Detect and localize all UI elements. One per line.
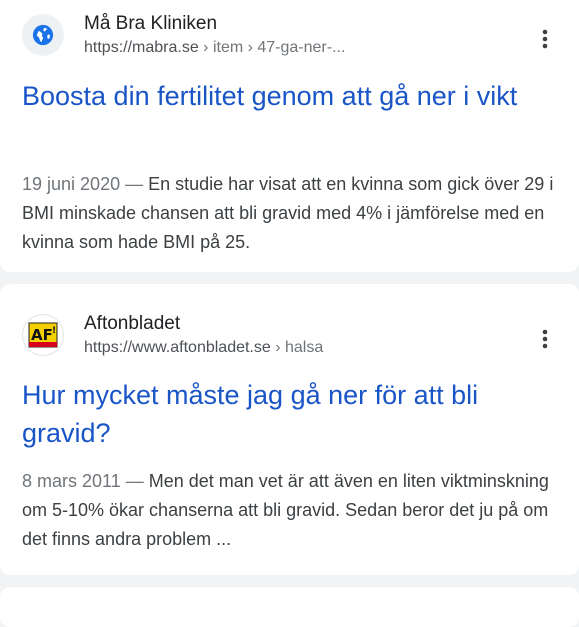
more-options-button[interactable]: [535, 326, 555, 352]
result-snippet: 19 juni 2020 — En studie har visat att e…: [22, 170, 562, 257]
site-url: https://mabra.se › item › 47-ga-ner-...: [84, 37, 504, 59]
result-title-link[interactable]: Boosta din fertilitet genom att gå ner i…: [22, 77, 552, 115]
result-snippet: 8 mars 2011 — Men det man vet är att äve…: [22, 467, 562, 554]
result-separator: —: [120, 174, 149, 194]
url-host: https://mabra.se: [84, 39, 199, 56]
svg-text:AF: AF: [31, 326, 53, 344]
url-host: https://www.aftonbladet.se: [84, 339, 271, 356]
favicon: [22, 14, 64, 56]
favicon: AF !: [22, 314, 64, 356]
aftonbladet-logo-icon: AF !: [28, 322, 58, 348]
result-date: 8 mars 2011: [22, 471, 121, 491]
url-path: › item › 47-ga-ner-...: [198, 39, 346, 56]
search-results: Må Bra Kliniken https://mabra.se › item …: [0, 0, 579, 627]
result-source[interactable]: AF ! Aftonbladet https://www.aftonbladet…: [22, 312, 557, 362]
site-name: Må Bra Kliniken: [84, 13, 218, 34]
more-vert-icon: [542, 329, 548, 349]
more-options-button[interactable]: [535, 26, 555, 52]
more-vert-icon: [542, 29, 548, 49]
result-card: Må Bra Kliniken https://mabra.se › item …: [0, 0, 579, 272]
result-source[interactable]: Må Bra Kliniken https://mabra.se › item …: [22, 12, 557, 62]
site-name: Aftonbladet: [84, 313, 181, 334]
result-card: AF ! Aftonbladet https://www.aftonbladet…: [0, 284, 579, 575]
result-title-link[interactable]: Hur mycket måste jag gå ner för att bli …: [22, 376, 552, 452]
result-separator: —: [120, 471, 149, 491]
globe-icon: [32, 24, 54, 46]
result-card: [0, 587, 579, 627]
result-date: 19 juni 2020: [22, 174, 121, 194]
svg-text:!: !: [52, 326, 56, 336]
site-url: https://www.aftonbladet.se › halsa: [84, 337, 504, 359]
url-path: › halsa: [270, 339, 324, 356]
